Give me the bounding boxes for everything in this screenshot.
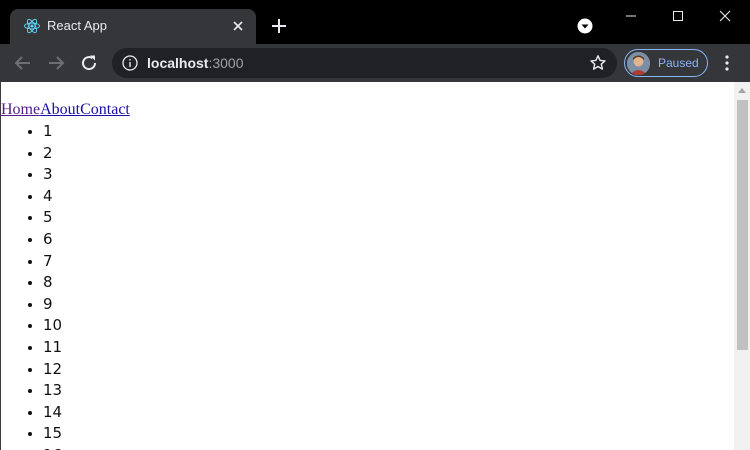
address-bar[interactable]: localhost:3000 xyxy=(112,48,617,78)
forward-arrow-icon[interactable] xyxy=(46,53,66,73)
list-item: 14 xyxy=(43,402,721,424)
list-item: 16 xyxy=(43,445,721,450)
scroll-up-arrow-icon[interactable] xyxy=(734,82,750,98)
avatar xyxy=(627,52,650,75)
list-item: 1 xyxy=(43,121,721,143)
url-text[interactable]: localhost:3000 xyxy=(147,55,244,71)
url-port: :3000 xyxy=(208,55,244,71)
browser-toolbar: localhost:3000 Paused xyxy=(0,44,750,82)
info-icon[interactable] xyxy=(122,55,138,71)
profile-status: Paused xyxy=(658,56,699,70)
reload-icon[interactable] xyxy=(79,53,99,73)
list-item: 7 xyxy=(43,251,721,273)
list-item: 5 xyxy=(43,207,721,229)
browser-window: React App localhost:3000 Paused HomeAbou… xyxy=(0,0,750,450)
list-item: 10 xyxy=(43,315,721,337)
list-item: 6 xyxy=(43,229,721,251)
maximize-icon[interactable] xyxy=(668,6,688,26)
list-item: 4 xyxy=(43,186,721,208)
back-arrow-icon[interactable] xyxy=(13,53,33,73)
list-item: 13 xyxy=(43,380,721,402)
tab-strip: React App xyxy=(0,0,750,44)
bookmark-star-icon[interactable] xyxy=(589,54,607,72)
window-close-icon[interactable] xyxy=(715,6,735,26)
profile-button[interactable]: Paused xyxy=(624,49,708,77)
nav-link-contact[interactable]: Contact xyxy=(80,101,130,118)
list-item: 11 xyxy=(43,337,721,359)
new-tab-plus-icon[interactable] xyxy=(270,17,288,35)
url-host: localhost xyxy=(147,55,209,71)
list-item: 9 xyxy=(43,294,721,316)
tab-react-app[interactable]: React App xyxy=(10,9,256,44)
kebab-menu-icon[interactable] xyxy=(718,53,736,73)
tab-search-icon[interactable] xyxy=(577,18,593,34)
nav-link-about[interactable]: About xyxy=(40,101,80,118)
close-icon[interactable] xyxy=(229,17,247,35)
list-item: 3 xyxy=(43,164,721,186)
list-item: 8 xyxy=(43,272,721,294)
list-item: 15 xyxy=(43,423,721,445)
react-icon xyxy=(24,18,40,34)
nav-link-home[interactable]: Home xyxy=(1,101,40,118)
nav-links: HomeAboutContact xyxy=(1,101,130,119)
list-item: 12 xyxy=(43,359,721,381)
minimize-icon[interactable] xyxy=(621,6,641,26)
tab-title: React App xyxy=(47,18,107,33)
page-viewport: HomeAboutContact 1 2 3 4 5 6 7 8 9 10 11… xyxy=(0,82,750,450)
list-item: 2 xyxy=(43,143,721,165)
number-list: 1 2 3 4 5 6 7 8 9 10 11 12 13 14 15 16 xyxy=(1,121,721,450)
scrollbar-thumb[interactable] xyxy=(737,100,748,350)
vertical-scrollbar[interactable] xyxy=(734,82,750,450)
